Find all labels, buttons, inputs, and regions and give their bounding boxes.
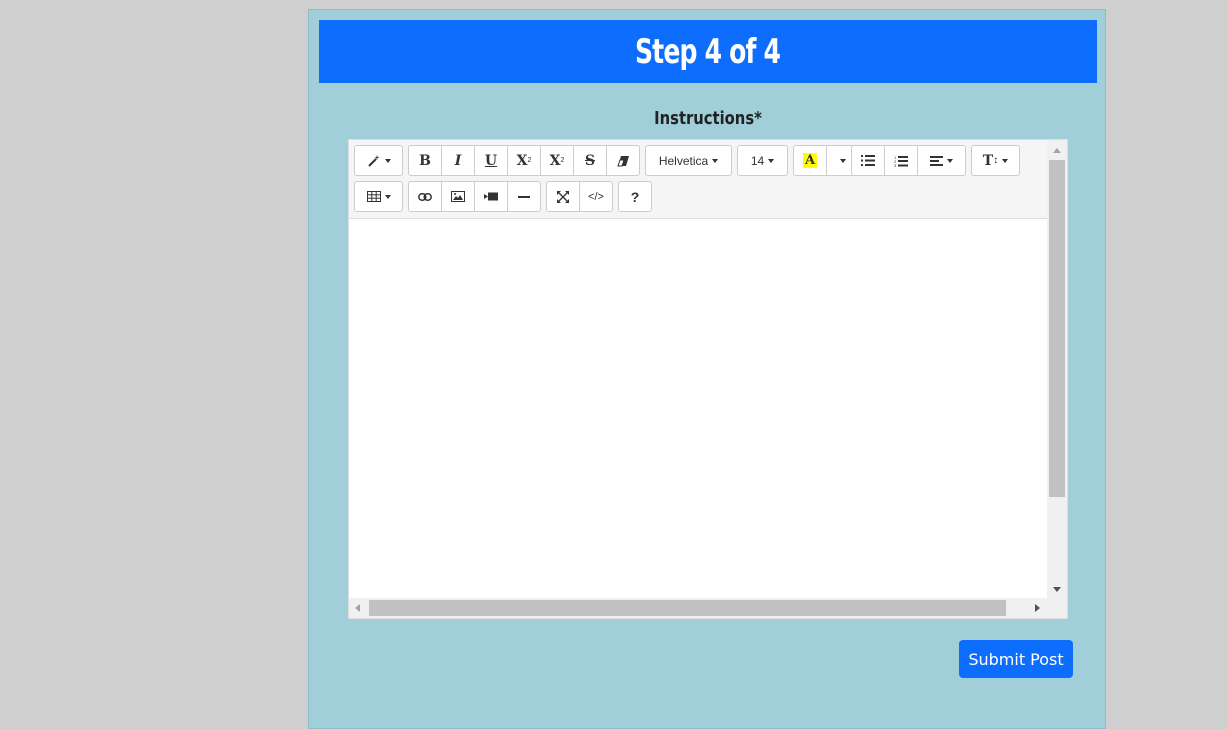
help-button[interactable]: ? bbox=[618, 181, 652, 212]
font-style-group: B I U X2 X2 S bbox=[408, 145, 640, 176]
font-name-dropdown[interactable]: Helvetica bbox=[645, 145, 732, 176]
table-group bbox=[354, 181, 403, 212]
fullscreen-button[interactable] bbox=[546, 181, 580, 212]
font-size-dropdown[interactable]: 14 bbox=[737, 145, 788, 176]
font-size-label: 14 bbox=[750, 153, 765, 168]
table-icon bbox=[366, 191, 381, 202]
form-card: Step 4 of 4 Instructions* B I U X2 X 2 S… bbox=[308, 9, 1106, 729]
insert-group bbox=[408, 181, 541, 212]
expand-icon bbox=[557, 190, 569, 203]
vertical-scrollbar[interactable] bbox=[1047, 140, 1067, 600]
magic-icon bbox=[367, 154, 381, 168]
eraser-icon bbox=[616, 155, 630, 167]
paragraph-group: 123 bbox=[851, 145, 966, 176]
text-height-icon: T bbox=[982, 152, 994, 169]
italic-button[interactable]: I bbox=[441, 145, 475, 176]
superscript-icon: X bbox=[516, 152, 528, 169]
link-icon bbox=[418, 192, 432, 201]
line-height-dropdown[interactable]: T ↕ bbox=[971, 145, 1020, 176]
editor-toolbar: B I U X2 X2 S Helvetica 14 A 1 2 3 T ↕ <… bbox=[349, 140, 1048, 219]
subscript-icon: X bbox=[549, 152, 561, 169]
picture-icon bbox=[451, 191, 465, 202]
underline-button[interactable]: U bbox=[474, 145, 508, 176]
horizontal-scroll-thumb[interactable] bbox=[369, 600, 1006, 616]
unordered-list-button[interactable] bbox=[851, 145, 885, 176]
subscript-button[interactable]: X2 bbox=[540, 145, 574, 176]
numbered-list-icon: 123 bbox=[894, 155, 908, 167]
instructions-label: Instructions* bbox=[654, 108, 762, 129]
insert-video-button[interactable] bbox=[474, 181, 508, 212]
ordered-list-button[interactable]: 123 bbox=[884, 145, 918, 176]
horizontal-scrollbar[interactable] bbox=[349, 598, 1067, 618]
font-name-group: Helvetica bbox=[645, 145, 732, 176]
insert-picture-button[interactable] bbox=[441, 181, 475, 212]
font-name-label: Helvetica bbox=[658, 153, 709, 168]
align-left-icon bbox=[930, 155, 943, 166]
vertical-scroll-thumb[interactable] bbox=[1049, 160, 1065, 497]
scroll-left-icon[interactable] bbox=[355, 604, 360, 612]
clear-format-button[interactable] bbox=[606, 145, 640, 176]
superscript-button[interactable]: X2 bbox=[507, 145, 541, 176]
highlight-letter-icon: A bbox=[802, 153, 818, 168]
scroll-down-icon[interactable] bbox=[1053, 587, 1061, 592]
style-group bbox=[354, 145, 403, 176]
svg-text:3: 3 bbox=[894, 163, 897, 167]
code-view-button[interactable]: </> bbox=[579, 181, 613, 212]
bold-button[interactable]: B bbox=[408, 145, 442, 176]
step-header: Step 4 of 4 bbox=[319, 20, 1097, 83]
font-size-group: 14 bbox=[737, 145, 788, 176]
video-icon bbox=[484, 192, 498, 201]
insert-link-button[interactable] bbox=[408, 181, 442, 212]
color-group: A bbox=[793, 145, 859, 176]
bullet-list-icon bbox=[861, 155, 875, 166]
view-group: </> bbox=[546, 181, 613, 212]
strikethrough-button[interactable]: S bbox=[573, 145, 607, 176]
rich-text-editor: B I U X2 X2 S Helvetica 14 A 1 2 3 T ↕ <… bbox=[348, 139, 1068, 619]
style-dropdown-button[interactable] bbox=[354, 145, 403, 176]
recent-color-button[interactable]: A bbox=[793, 145, 827, 176]
submit-post-button[interactable]: Submit Post bbox=[959, 640, 1073, 678]
minus-icon bbox=[518, 195, 530, 198]
scroll-right-icon[interactable] bbox=[1035, 604, 1040, 612]
help-group: ? bbox=[618, 181, 652, 212]
table-dropdown-button[interactable] bbox=[354, 181, 403, 212]
editor-content-area[interactable] bbox=[349, 219, 1048, 599]
step-title: Step 4 of 4 bbox=[635, 31, 781, 72]
horizontal-rule-button[interactable] bbox=[507, 181, 541, 212]
line-height-group: T ↕ bbox=[971, 145, 1020, 176]
scroll-up-icon[interactable] bbox=[1053, 148, 1061, 153]
align-dropdown-button[interactable] bbox=[917, 145, 966, 176]
